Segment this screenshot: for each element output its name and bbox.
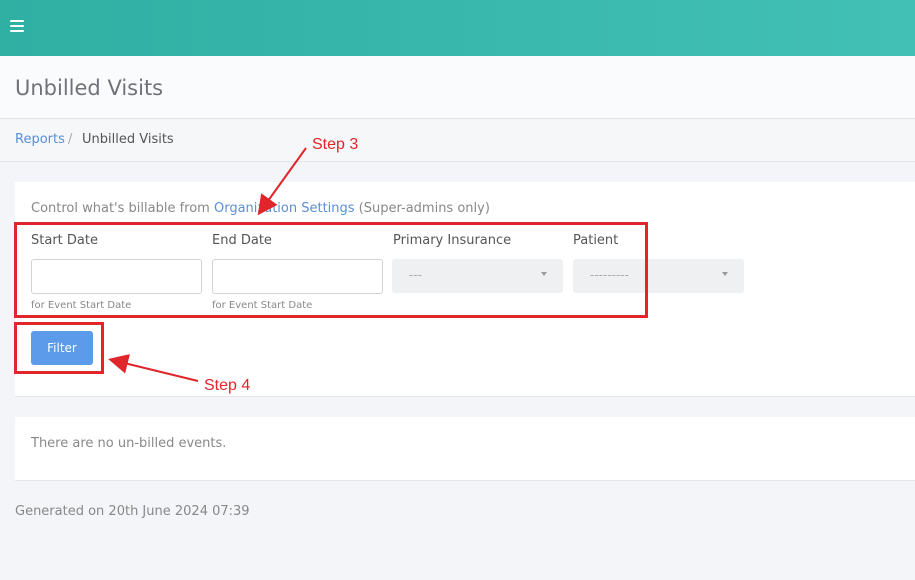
billing-note: Control what's billable from Organizatio… (31, 201, 490, 216)
page-header: Unbilled Visits (0, 56, 915, 119)
empty-results-message: There are no un-billed events. (31, 436, 227, 451)
hamburger-icon[interactable] (10, 20, 24, 32)
step3-label: Step 3 (312, 136, 359, 153)
step4-highlight-box (14, 322, 104, 374)
page-title: Unbilled Visits (15, 76, 164, 100)
top-bar (0, 0, 915, 56)
step4-label: Step 4 (204, 377, 251, 394)
step3-highlight-box (14, 222, 648, 318)
breadcrumb-reports-link[interactable]: Reports (15, 132, 65, 147)
breadcrumb-current: Unbilled Visits (82, 132, 174, 147)
chevron-down-icon (722, 272, 728, 276)
results-card: There are no un-billed events. (15, 417, 915, 481)
breadcrumb-separator: / (68, 132, 73, 147)
generated-timestamp: Generated on 20th June 2024 07:39 (15, 504, 250, 519)
breadcrumb: Reports / Unbilled Visits (0, 120, 915, 162)
organization-settings-link[interactable]: Organization Settings (214, 201, 355, 216)
